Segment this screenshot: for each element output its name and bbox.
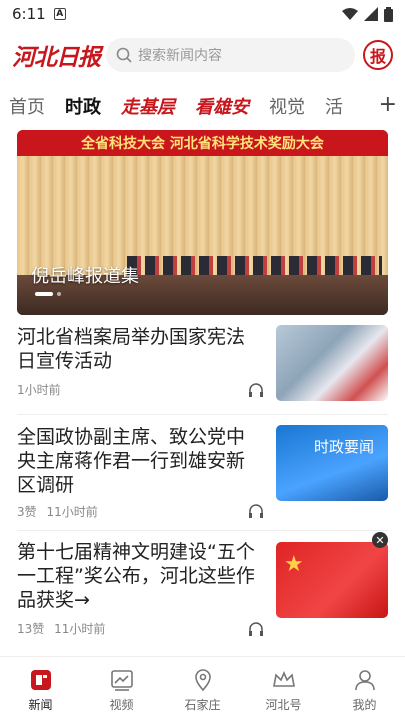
nav-profile[interactable]: 我的 [324,657,405,721]
news-item[interactable]: 河北省档案局举办国家宪法日宣传活动 1小时前 [17,325,388,415]
nav-label: 新闻 [28,698,53,712]
banner-pager [35,292,61,296]
add-channel-icon[interactable]: + [372,92,397,117]
tab-xiongan[interactable]: 看雄安 [195,93,249,119]
tab-grassroots[interactable]: 走基层 [121,93,175,119]
tab-visual[interactable]: 视觉 [269,93,305,119]
news-time: 11小时前 [54,622,106,636]
status-bar: 6:11 A [0,0,405,28]
news-meta: 13赞 11小时前 [17,620,105,637]
profile-icon [354,670,375,691]
bottom-nav: 新闻 视频 石家庄 河北号 我的 [0,656,405,721]
news-time: 11小时前 [46,505,98,519]
nav-shijiazhuang[interactable]: 石家庄 [162,657,243,721]
newspaper-button[interactable]: 报 [363,40,393,70]
star-icon: ★ [284,552,304,577]
news-title: 全国政协副主席、致公党中央主席蒋作君一行到雄安新区调研 [17,426,246,496]
tab-politics[interactable]: 时政 [65,93,101,119]
nav-label: 视频 [109,698,134,712]
battery-icon [384,6,393,22]
notification-badge-icon: A [53,8,66,20]
pager-dot-active [35,292,53,296]
nav-hebeihao[interactable]: 河北号 [243,657,324,721]
channel-tabs: 首页 时政 走基层 看雄安 视觉 活 + [0,88,405,124]
video-icon [110,670,133,691]
search-placeholder: 搜索新闻内容 [138,48,222,64]
divider [17,530,388,531]
news-icon [30,670,51,690]
news-likes: 13赞 [17,622,45,636]
news-title: 第十七届精神文明建设“五个一工程”奖公布，河北这些作品获奖→ [17,541,255,611]
tab-activity[interactable]: 活 [325,93,343,119]
headline-banner[interactable]: 全省科技大会 河北省科学技术奖励大会 倪岳峰报道集 [17,130,388,315]
search-icon [116,47,132,63]
signal-icon [364,7,378,21]
divider [17,414,388,415]
banner-caption: 倪岳峰报道集 [31,266,139,287]
status-time: 6:11 [12,5,46,23]
news-title: 河北省档案局举办国家宪法日宣传活动 [17,326,246,372]
app-header: 河北日报 搜索新闻内容 报 [0,30,405,80]
search-bar[interactable]: 搜索新闻内容 [106,38,355,72]
headphones-icon[interactable] [248,622,264,636]
crown-icon [272,670,295,687]
news-thumbnail [276,325,388,401]
thumbnail-text: 时政要闻 [314,438,375,456]
pager-dot [57,292,61,296]
tab-home[interactable]: 首页 [9,93,45,119]
nav-label: 我的 [352,698,377,712]
nav-label: 石家庄 [184,698,221,712]
nav-video[interactable]: 视频 [81,657,162,721]
hebei-daily-logo[interactable]: 河北日报 [12,35,101,75]
news-likes: 3赞 [17,505,37,519]
news-meta: 1小时前 [17,381,61,398]
news-item[interactable]: 全国政协副主席、致公党中央主席蒋作君一行到雄安新区调研 3赞 11小时前 时政要… [17,425,388,535]
nav-news[interactable]: 新闻 [0,657,81,721]
news-time: 1小时前 [17,383,61,397]
location-icon [194,669,211,692]
headphones-icon[interactable] [248,504,264,518]
news-item[interactable]: 第十七届精神文明建设“五个一工程”奖公布，河北这些作品获奖→ 13赞 11小时前… [17,532,388,650]
news-thumbnail: 时政要闻 [276,425,388,501]
banner-stage-text: 全省科技大会 河北省科学技术奖励大会 [81,136,324,152]
news-meta: 3赞 11小时前 [17,503,98,520]
headphones-icon[interactable] [248,383,264,397]
close-icon[interactable]: ✕ [372,532,388,548]
nav-label: 河北号 [265,698,302,712]
news-thumbnail: ★ [276,542,388,618]
wifi-icon [342,7,358,20]
